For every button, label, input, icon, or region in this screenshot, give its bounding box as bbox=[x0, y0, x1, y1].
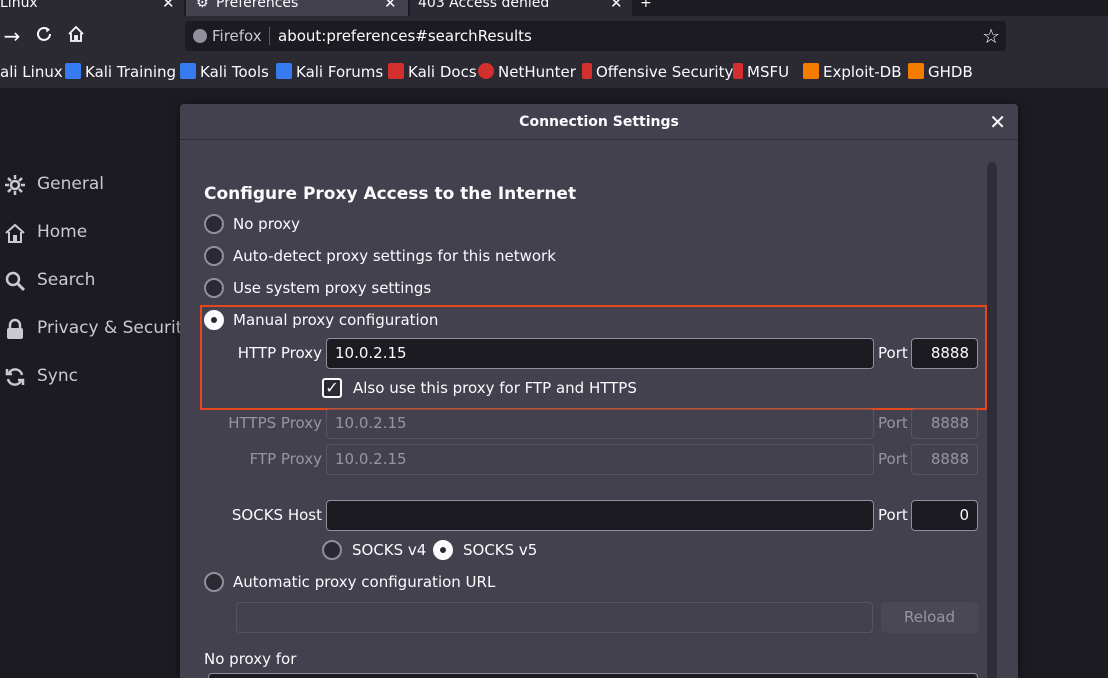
https-proxy-input[interactable]: 10.0.2.15 bbox=[326, 408, 874, 439]
bookmark-label: Kali Forums bbox=[296, 63, 384, 81]
radio-auto-detect[interactable] bbox=[204, 246, 224, 266]
lock-icon bbox=[7, 318, 23, 339]
close-icon[interactable]: ✕ bbox=[162, 0, 175, 12]
ghdb-icon bbox=[908, 63, 924, 79]
close-icon[interactable]: ✕ bbox=[384, 0, 397, 12]
radio-socks-v5[interactable] bbox=[433, 540, 453, 560]
reload-button[interactable]: Reload bbox=[881, 602, 978, 633]
radio-no-proxy[interactable] bbox=[204, 214, 224, 234]
radio-auto-url[interactable] bbox=[204, 572, 224, 592]
identity-label: Firefox bbox=[212, 27, 262, 45]
bookmark-label: Kali Training bbox=[85, 63, 177, 81]
home-icon bbox=[5, 223, 25, 243]
gear-icon: ⚙ bbox=[196, 0, 209, 11]
https-port-label: Port bbox=[878, 414, 908, 432]
bookmark-offensive-security[interactable]: Offensive Security bbox=[582, 62, 733, 82]
ftp-port-input[interactable]: 8888 bbox=[911, 444, 978, 475]
bookmark-star-icon[interactable]: ☆ bbox=[982, 24, 1000, 48]
kali-icon bbox=[276, 63, 292, 79]
url-separator bbox=[269, 27, 270, 45]
ftp-proxy-input[interactable]: 10.0.2.15 bbox=[326, 444, 874, 475]
bookmark-nethunter[interactable]: NetHunter bbox=[478, 62, 576, 82]
bookmark-kali-training[interactable]: Kali Training bbox=[65, 62, 176, 82]
bookmark-label: MSFU bbox=[747, 63, 790, 81]
bookmark-label: Kali Tools bbox=[200, 63, 269, 81]
forward-icon[interactable]: → bbox=[0, 24, 24, 48]
auto-detect-label: Auto-detect proxy settings for this netw… bbox=[233, 247, 556, 265]
sidebar-item-label: Search bbox=[37, 270, 96, 290]
bookmark-label: ali Linux bbox=[0, 63, 63, 81]
socks-v5-label: SOCKS v5 bbox=[463, 541, 538, 559]
radio-system-proxy[interactable] bbox=[204, 278, 224, 298]
bookmark-kali-linux[interactable]: ali Linux bbox=[0, 62, 63, 82]
scrollbar[interactable] bbox=[987, 162, 997, 678]
tab-kali-linux[interactable]: Linux ✕ bbox=[0, 0, 184, 16]
connection-settings-dialog: Connection Settings ✕ Configure Proxy Ac… bbox=[180, 104, 1018, 678]
url-text[interactable]: about:preferences#searchResults bbox=[278, 26, 532, 46]
https-port-input[interactable]: 8888 bbox=[911, 408, 978, 439]
section-heading: Configure Proxy Access to the Internet bbox=[204, 184, 577, 204]
no-proxy-for-input[interactable] bbox=[208, 673, 978, 678]
bookmark-ghdb[interactable]: GHDB bbox=[908, 62, 973, 82]
bookmark-kali-docs[interactable]: Kali Docs bbox=[388, 62, 477, 82]
home-icon[interactable] bbox=[64, 24, 88, 48]
sidebar-item-label: Home bbox=[37, 222, 88, 242]
no-proxy-for-label: No proxy for bbox=[204, 650, 297, 668]
auto-url-input[interactable] bbox=[236, 602, 873, 633]
bookmark-msfu[interactable]: MSFU bbox=[733, 62, 789, 82]
url-bar[interactable]: Firefox about:preferences#searchResults … bbox=[185, 21, 1006, 51]
bookmarks-toolbar: ali Linux Kali Training Kali Tools Kali … bbox=[0, 56, 1108, 88]
bookmark-label: NetHunter bbox=[498, 63, 576, 81]
socks-v4-label: SOCKS v4 bbox=[352, 541, 427, 559]
kali-docs-icon bbox=[388, 63, 404, 79]
bookmark-kali-forums[interactable]: Kali Forums bbox=[276, 62, 383, 82]
tab-label: Linux bbox=[0, 0, 38, 11]
auto-url-label: Automatic proxy configuration URL bbox=[233, 573, 496, 591]
radio-socks-v4[interactable] bbox=[322, 540, 342, 560]
ftp-port-label: Port bbox=[878, 450, 908, 468]
socks-port-input[interactable]: 0 bbox=[911, 500, 978, 531]
sync-icon bbox=[5, 368, 25, 386]
ftp-proxy-label: FTP Proxy bbox=[249, 450, 322, 468]
firefox-icon bbox=[193, 29, 207, 43]
no-proxy-label: No proxy bbox=[233, 215, 300, 233]
bookmark-label: Offensive Security bbox=[596, 63, 734, 81]
close-icon[interactable]: ✕ bbox=[610, 0, 623, 12]
kali-icon bbox=[180, 63, 196, 79]
navigation-toolbar: → Firefox about:preferences#searchResult… bbox=[0, 16, 1108, 56]
dialog-title: Connection Settings bbox=[180, 104, 1018, 140]
socks-host-input[interactable] bbox=[326, 500, 874, 531]
new-tab-button[interactable]: + bbox=[640, 0, 660, 16]
offsec-icon bbox=[582, 63, 592, 79]
reload-icon[interactable] bbox=[32, 24, 56, 48]
socks-host-label: SOCKS Host bbox=[231, 506, 322, 524]
tab-label: 403 Access denied bbox=[418, 0, 550, 11]
kali-icon bbox=[65, 63, 81, 79]
bookmark-exploit-db[interactable]: Exploit-DB bbox=[803, 62, 902, 82]
identity-box[interactable]: Firefox bbox=[193, 26, 262, 46]
sidebar-item-label: Privacy & Security bbox=[37, 318, 193, 338]
close-icon[interactable]: ✕ bbox=[989, 110, 1006, 134]
sidebar-item-label: General bbox=[37, 174, 104, 194]
highlight-box bbox=[200, 305, 987, 410]
tab-preferences[interactable]: ⚙ Preferences ✕ bbox=[186, 0, 408, 16]
system-proxy-label: Use system proxy settings bbox=[233, 279, 432, 297]
tab-403-access-denied[interactable]: 403 Access denied ✕ bbox=[410, 0, 632, 16]
exploit-db-icon bbox=[803, 63, 819, 79]
bookmark-label: Kali Docs bbox=[408, 63, 477, 81]
bookmark-label: GHDB bbox=[928, 63, 973, 81]
https-proxy-label: HTTPS Proxy bbox=[228, 414, 322, 432]
nethunter-icon bbox=[478, 63, 494, 79]
tab-label: Preferences bbox=[216, 0, 299, 11]
sidebar-item-label: Sync bbox=[37, 366, 78, 386]
search-icon bbox=[5, 271, 26, 292]
tab-strip: Linux ✕ ⚙ Preferences ✕ 403 Access denie… bbox=[0, 0, 1108, 16]
gear-icon bbox=[5, 175, 25, 195]
socks-port-label: Port bbox=[878, 506, 908, 524]
offsec-icon bbox=[733, 63, 743, 79]
bookmark-kali-tools[interactable]: Kali Tools bbox=[180, 62, 269, 82]
bookmark-label: Exploit-DB bbox=[823, 63, 902, 81]
